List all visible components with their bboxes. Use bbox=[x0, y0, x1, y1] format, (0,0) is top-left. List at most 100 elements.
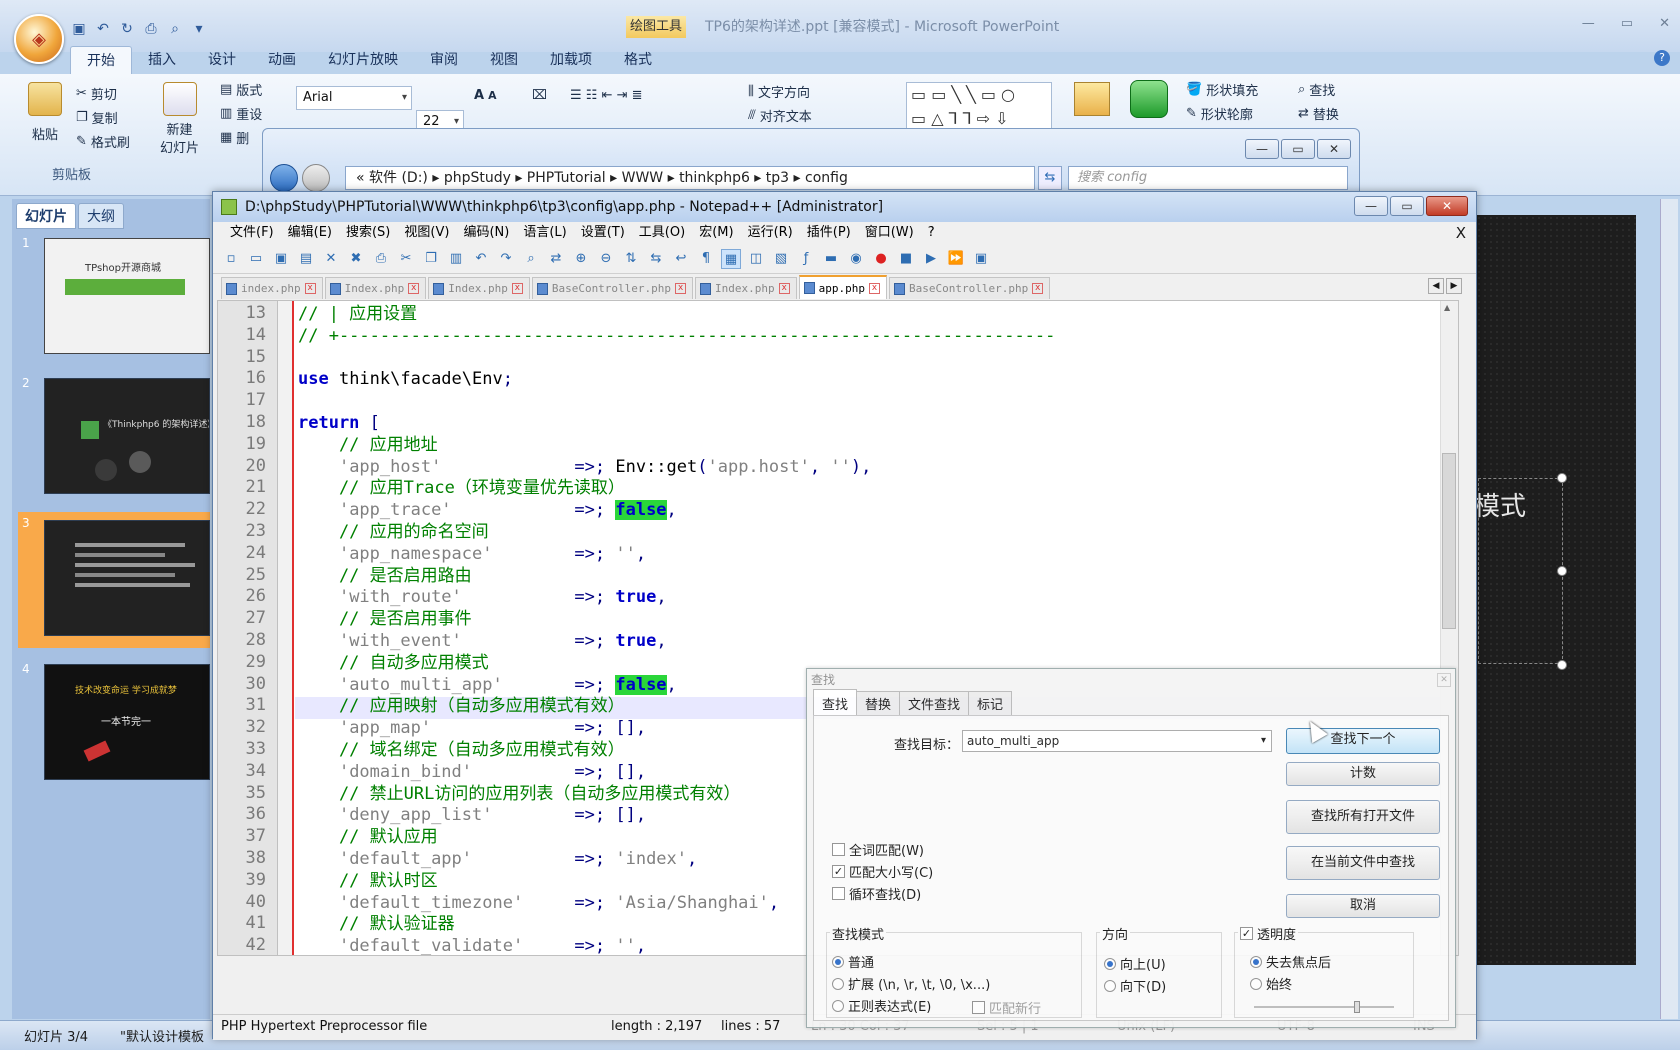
radio-button[interactable] bbox=[1104, 957, 1116, 970]
folder-icon[interactable]: ▬ bbox=[821, 249, 841, 269]
code-line[interactable]: 'with_route' =>; true, bbox=[298, 586, 667, 608]
transparency-checkbox[interactable]: ✓ bbox=[1240, 927, 1253, 940]
help-icon[interactable]: ? bbox=[1654, 50, 1670, 66]
slide-thumbnail-selected[interactable]: 3 bbox=[18, 512, 210, 648]
radio-button[interactable] bbox=[1250, 955, 1262, 968]
slide-thumbnail[interactable]: 2 《Thinkphp6 的架构详述》 bbox=[18, 372, 210, 500]
resize-handle[interactable] bbox=[1557, 660, 1567, 670]
explorer-search-input[interactable]: 搜索 config bbox=[1068, 166, 1348, 190]
new-slide-button[interactable]: 新建 幻灯片 bbox=[160, 82, 199, 158]
close-icon[interactable]: ✕ bbox=[1437, 673, 1451, 687]
direction-option[interactable]: 向下(D) bbox=[1104, 976, 1166, 995]
close-document-icon[interactable]: X bbox=[1456, 222, 1466, 244]
clear-format-icon[interactable]: ⌧ bbox=[532, 88, 547, 103]
minimize-icon[interactable]: — bbox=[1245, 139, 1279, 159]
option-checkbox[interactable]: ✓ bbox=[832, 865, 845, 878]
paste-icon[interactable]: ▥ bbox=[446, 249, 466, 269]
play-multi-icon[interactable]: ⏩ bbox=[946, 249, 966, 269]
close-icon[interactable]: ✕ bbox=[1659, 16, 1670, 31]
find-button[interactable]: ⌕ 查找 bbox=[1298, 80, 1335, 99]
transparency-mode-option[interactable]: 始终 bbox=[1250, 974, 1292, 993]
tab-find[interactable]: 查找 bbox=[813, 689, 858, 715]
lang-icon[interactable]: ◫ bbox=[746, 249, 766, 269]
slide-thumbnail[interactable]: 1 TPshop开源商城 bbox=[18, 232, 210, 360]
close-icon[interactable]: ✕ bbox=[321, 249, 341, 269]
shapes-gallery[interactable]: ▭ ▭ ╲ ╲ ▭ ○ ▭ △ ⅂ ⅂ ⇨ ⇩ bbox=[906, 82, 1052, 134]
arrange-icon[interactable] bbox=[1074, 82, 1110, 116]
tab-view[interactable]: 视图 bbox=[474, 46, 534, 74]
word-wrap-icon[interactable]: ↩ bbox=[671, 249, 691, 269]
redo-icon[interactable]: ↻ bbox=[118, 20, 136, 38]
delete-slide-button[interactable]: ▦ 删 bbox=[220, 128, 249, 147]
code-line[interactable]: // 应用映射（自动多应用模式有效） bbox=[298, 695, 625, 717]
menu-item[interactable]: 视图(V) bbox=[397, 222, 456, 244]
transparency-mode-option[interactable]: 失去焦点后 bbox=[1250, 952, 1331, 971]
file-tab[interactable]: Index.php x bbox=[428, 277, 530, 299]
preview-icon[interactable]: ⌕ bbox=[166, 20, 184, 38]
zoom-in-icon[interactable]: ⊕ bbox=[571, 249, 591, 269]
maximize-icon[interactable]: ▭ bbox=[1621, 16, 1633, 31]
file-tab[interactable]: BaseController.php x bbox=[531, 277, 694, 299]
close-tab-icon[interactable]: x bbox=[1032, 283, 1044, 294]
code-line[interactable]: 'app_host' =>; Env::get('app.host', ''), bbox=[298, 456, 871, 478]
maximize-icon[interactable]: ▭ bbox=[1281, 139, 1315, 159]
customize-qat-icon[interactable]: ▾ bbox=[190, 20, 208, 38]
direction-option[interactable]: 向上(U) bbox=[1104, 954, 1166, 973]
align-text-button[interactable]: ⫻ 对齐文本 bbox=[748, 106, 812, 125]
minimize-icon[interactable]: — bbox=[1582, 16, 1595, 31]
scroll-thumb[interactable] bbox=[1442, 453, 1456, 629]
radio-button[interactable] bbox=[832, 977, 844, 990]
radio-button[interactable] bbox=[1104, 979, 1116, 992]
code-line[interactable]: return [ bbox=[298, 412, 380, 434]
play-icon[interactable]: ▶ bbox=[921, 249, 941, 269]
slider-thumb[interactable] bbox=[1354, 1001, 1360, 1013]
close-tab-icon[interactable]: x bbox=[304, 283, 316, 294]
grow-font-icon[interactable]: AA bbox=[474, 88, 496, 103]
file-tab[interactable]: Index.php x bbox=[324, 277, 427, 299]
code-line[interactable]: // +------------------------------------… bbox=[298, 325, 1055, 347]
radio-button[interactable] bbox=[832, 999, 844, 1012]
code-line[interactable]: 'deny_app_list' =>; [], bbox=[298, 804, 646, 826]
scroll-up-icon[interactable]: ▲ bbox=[1444, 303, 1450, 312]
replace-icon[interactable]: ⇄ bbox=[546, 249, 566, 269]
find-icon[interactable]: ⌕ bbox=[521, 249, 541, 269]
tab-replace[interactable]: 替换 bbox=[856, 691, 901, 715]
search-mode-option[interactable]: 正则表达式(E) bbox=[832, 996, 931, 1015]
sync-v-icon[interactable]: ⇅ bbox=[621, 249, 641, 269]
find-all-current-doc-button[interactable]: 在当前文件中查找 bbox=[1286, 846, 1440, 880]
file-tab[interactable]: app.php x bbox=[798, 275, 888, 299]
tab-slides[interactable]: 幻灯片 bbox=[16, 203, 76, 229]
save-macro-icon[interactable]: ▣ bbox=[971, 249, 991, 269]
save-icon[interactable]: ▣ bbox=[70, 20, 88, 38]
resize-handle[interactable] bbox=[1557, 473, 1567, 483]
find-target-input[interactable]: auto_multi_app bbox=[962, 730, 1272, 752]
radio-button[interactable] bbox=[1250, 977, 1262, 990]
menu-item[interactable]: 编码(N) bbox=[456, 222, 516, 244]
open-file-icon[interactable]: ▭ bbox=[246, 249, 266, 269]
tab-addins[interactable]: 加载项 bbox=[534, 46, 608, 74]
code-line[interactable]: 'app_namespace' =>; '', bbox=[298, 543, 646, 565]
tab-scroll-right-icon[interactable]: ▶ bbox=[1446, 278, 1462, 294]
option-checkbox[interactable] bbox=[832, 887, 845, 900]
print-icon[interactable]: ⎙ bbox=[371, 249, 391, 269]
show-all-chars-icon[interactable]: ¶ bbox=[696, 249, 716, 269]
cut-button[interactable]: ✂ 剪切 bbox=[76, 84, 117, 103]
ppt-vertical-scrollbar[interactable] bbox=[1660, 199, 1678, 1019]
doc-map-icon[interactable]: ▧ bbox=[771, 249, 791, 269]
file-tab[interactable]: index.php x bbox=[221, 277, 323, 299]
code-line[interactable]: // 域名绑定（自动多应用模式有效） bbox=[298, 739, 625, 761]
tab-home[interactable]: 开始 bbox=[70, 46, 132, 74]
code-line[interactable]: // 默认时区 bbox=[298, 870, 438, 892]
find-option[interactable]: ✓ 匹配大小写(C) bbox=[832, 862, 933, 881]
tab-find-in-files[interactable]: 文件查找 bbox=[899, 691, 970, 715]
print-icon[interactable]: ⎙ bbox=[142, 20, 160, 38]
match-newline-option[interactable]: 匹配新行 bbox=[972, 998, 1041, 1017]
save-all-icon[interactable]: ▤ bbox=[296, 249, 316, 269]
close-icon[interactable]: ✕ bbox=[1317, 139, 1351, 159]
match-newline-checkbox[interactable] bbox=[972, 1001, 985, 1014]
new-file-icon[interactable]: ▫ bbox=[221, 249, 241, 269]
find-option[interactable]: 全词匹配(W) bbox=[832, 840, 924, 859]
tab-mark[interactable]: 标记 bbox=[968, 691, 1013, 715]
menu-item[interactable]: 插件(P) bbox=[800, 222, 858, 244]
menu-item[interactable]: 搜索(S) bbox=[339, 222, 397, 244]
